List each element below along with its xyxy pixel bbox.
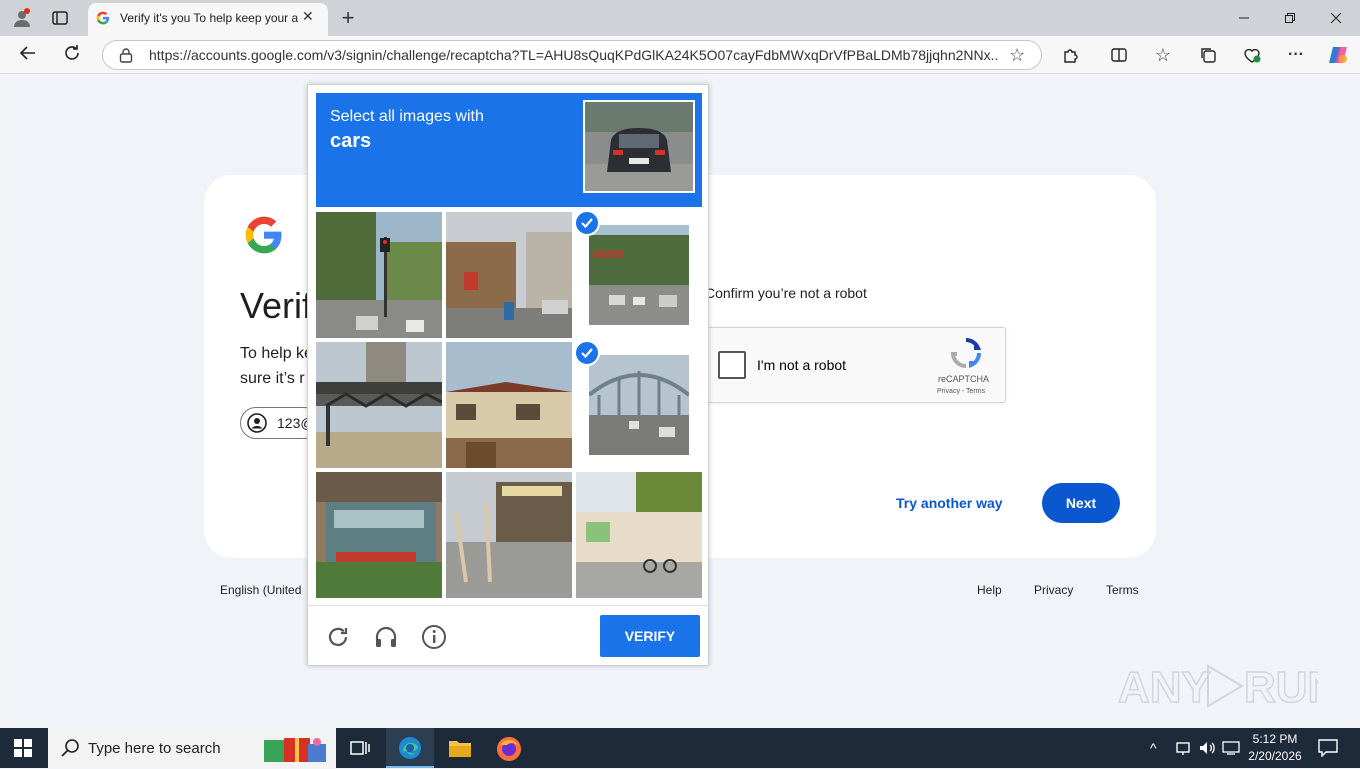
search-highlight-gift-icon — [262, 732, 330, 769]
challenge-tile-4[interactable] — [316, 342, 442, 468]
challenge-tile-5[interactable] — [446, 342, 572, 468]
google-logo-icon — [244, 215, 284, 260]
description-line-2: sure it’s r — [240, 370, 305, 387]
recaptcha-brand: reCAPTCHA — [938, 374, 990, 384]
challenge-sample-image — [583, 100, 695, 193]
challenge-tile-1[interactable] — [316, 212, 442, 338]
try-another-way-link[interactable]: Try another way — [896, 495, 1003, 511]
account-circle-icon — [247, 413, 267, 438]
split-screen-icon[interactable] — [1103, 40, 1135, 70]
challenge-tile-2[interactable] — [446, 212, 572, 338]
recaptcha-challenge: Select all images with cars VERIFY — [307, 84, 709, 666]
new-tab-icon[interactable]: + — [332, 3, 364, 33]
lock-icon[interactable] — [119, 47, 133, 68]
next-button[interactable]: Next — [1042, 483, 1120, 523]
recaptcha-widget: I'm not a robot reCAPTCHA Privacy - Term… — [705, 327, 1006, 403]
network-icon[interactable] — [1175, 740, 1191, 761]
browser-toolbar: https://accounts.google.com/v3/signin/ch… — [0, 36, 1360, 74]
taskbar-edge[interactable] — [386, 728, 434, 768]
ime-icon[interactable] — [1222, 740, 1240, 761]
clock-time[interactable]: 5:12 PM — [1250, 732, 1300, 746]
more-menu-icon[interactable]: ··· — [1280, 40, 1312, 70]
taskbar: Type here to search ^ 5:12 PM 2/20/2026 — [0, 728, 1360, 768]
challenge-tile-9[interactable] — [576, 472, 702, 598]
recaptcha-privacy-terms[interactable]: Privacy - Terms — [937, 388, 985, 395]
challenge-tile-8[interactable] — [446, 472, 572, 598]
notifications-icon[interactable] — [1318, 739, 1338, 762]
address-bar[interactable]: https://accounts.google.com/v3/signin/ch… — [102, 40, 1042, 70]
recaptcha-logo-icon — [950, 337, 982, 374]
profile-icon[interactable] — [6, 3, 38, 33]
restore-icon[interactable] — [1274, 3, 1306, 33]
task-view-icon[interactable] — [350, 738, 370, 763]
challenge-tile-3[interactable] — [576, 212, 702, 338]
refresh-icon[interactable] — [56, 38, 88, 68]
file-explorer-icon[interactable] — [448, 737, 472, 764]
show-hidden-icons-icon[interactable]: ^ — [1150, 740, 1157, 756]
favorite-star-icon[interactable]: ☆ — [1009, 45, 1025, 66]
copilot-icon[interactable] — [1322, 40, 1354, 70]
clock-date[interactable]: 2/20/2026 — [1245, 749, 1305, 763]
challenge-instruction: Select all images with — [330, 108, 484, 125]
recaptcha-checkbox[interactable] — [718, 351, 746, 379]
recaptcha-checkbox-label: I'm not a robot — [757, 357, 847, 373]
url-text[interactable]: https://accounts.google.com/v3/signin/ch… — [149, 47, 999, 63]
challenge-divider — [308, 605, 708, 606]
extensions-icon[interactable] — [1055, 40, 1087, 70]
windows-start-icon[interactable] — [14, 739, 32, 762]
description-line-1: To help ke — [240, 345, 313, 362]
close-window-icon[interactable] — [1320, 3, 1352, 33]
favorites-icon[interactable]: ☆ — [1147, 40, 1179, 70]
edge-icon — [398, 736, 422, 765]
audio-challenge-icon[interactable] — [373, 624, 399, 655]
google-favicon-icon — [96, 11, 110, 30]
browser-essentials-icon[interactable] — [1236, 40, 1268, 70]
taskbar-search-placeholder: Type here to search — [88, 740, 221, 757]
challenge-header: Select all images with cars — [316, 93, 702, 207]
verify-button[interactable]: VERIFY — [600, 615, 700, 657]
search-icon — [60, 738, 80, 763]
firefox-icon[interactable] — [496, 736, 522, 767]
challenge-tile-6[interactable] — [576, 342, 702, 468]
tab-active[interactable]: Verify it's you To help keep your a ✕ — [88, 3, 328, 36]
collections-icon[interactable] — [1192, 40, 1224, 70]
language-selector[interactable]: English (United — [220, 583, 301, 597]
volume-icon[interactable] — [1198, 740, 1216, 761]
tab-actions-icon[interactable] — [44, 3, 76, 33]
tab-title: Verify it's you To help keep your a — [120, 11, 299, 25]
tab-close-icon[interactable]: ✕ — [302, 8, 314, 25]
info-icon[interactable] — [421, 624, 447, 655]
back-icon[interactable] — [12, 38, 44, 68]
minimize-icon[interactable] — [1228, 3, 1260, 33]
challenge-tile-7[interactable] — [316, 472, 442, 598]
page-title: Verif — [240, 285, 313, 326]
svg-text:RUN: RUN — [1244, 663, 1318, 712]
confirm-text: Confirm you’re not a robot — [705, 285, 867, 301]
footer-terms-link[interactable]: Terms — [1106, 583, 1139, 597]
challenge-target: cars — [330, 130, 372, 152]
footer-privacy-link[interactable]: Privacy — [1034, 583, 1073, 597]
anyrun-watermark: ANY RUN — [1117, 654, 1340, 714]
footer-help-link[interactable]: Help — [977, 583, 1002, 597]
tab-strip: Verify it's you To help keep your a ✕ + — [0, 0, 1360, 36]
svg-text:ANY: ANY — [1118, 663, 1211, 712]
reload-challenge-icon[interactable] — [326, 625, 350, 654]
taskbar-search-box[interactable]: Type here to search — [48, 728, 336, 768]
